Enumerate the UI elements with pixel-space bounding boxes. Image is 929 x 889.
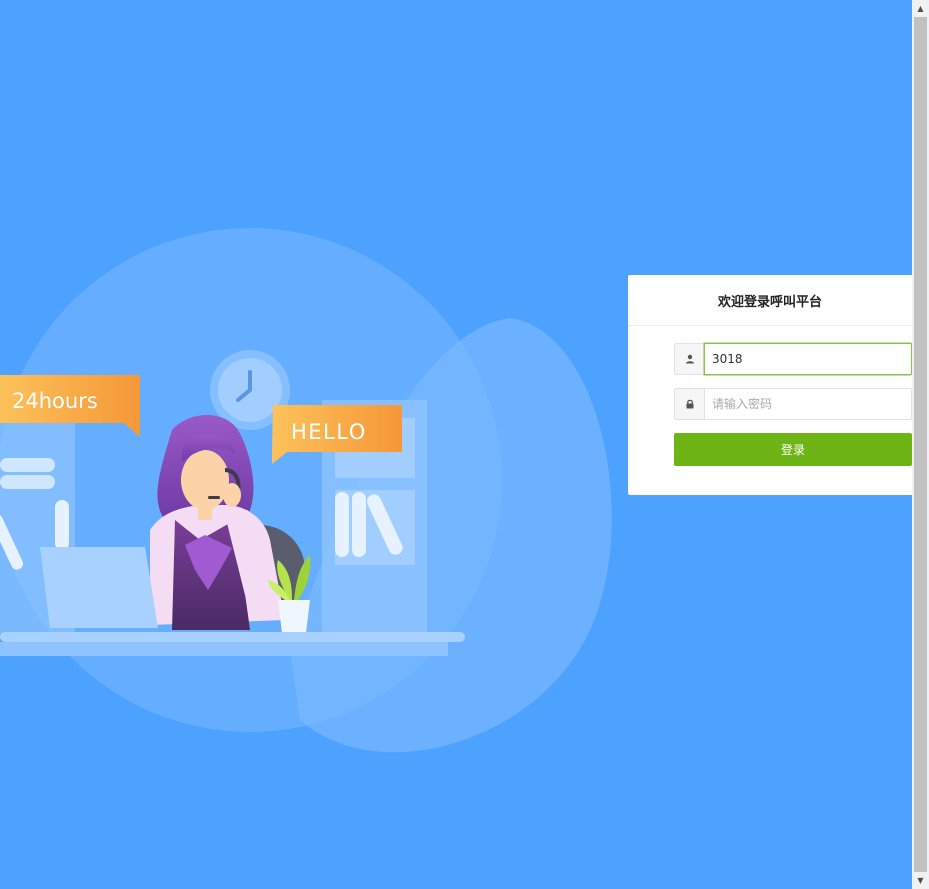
shelf-book — [55, 500, 69, 550]
login-header: 欢迎登录呼叫平台 — [628, 275, 912, 326]
password-input[interactable] — [704, 388, 912, 420]
shelf-book — [0, 475, 55, 489]
vertical-scrollbar[interactable]: ▲ ▼ — [912, 0, 929, 889]
laptop — [40, 547, 158, 628]
scrollbar-thumb[interactable] — [914, 17, 927, 872]
svg-text:HELLO: HELLO — [291, 420, 367, 444]
scroll-up-arrow-icon[interactable]: ▲ — [912, 0, 929, 17]
login-title: 欢迎登录呼叫平台 — [717, 294, 822, 310]
scroll-down-arrow-icon[interactable]: ▼ — [912, 872, 929, 889]
username-field — [674, 343, 912, 375]
shelf-book — [352, 492, 366, 557]
svg-text:24hours: 24hours — [12, 389, 98, 413]
user-icon — [674, 343, 704, 375]
shelf-book — [335, 492, 349, 557]
lock-icon — [674, 388, 704, 420]
password-field — [674, 388, 912, 420]
username-input[interactable] — [704, 343, 912, 375]
desk-front — [0, 642, 448, 656]
desk-top — [0, 632, 465, 642]
login-button[interactable]: 登录 — [674, 433, 912, 466]
login-panel: 欢迎登录呼叫平台 登录 — [628, 275, 912, 495]
shelf-book — [0, 458, 55, 472]
